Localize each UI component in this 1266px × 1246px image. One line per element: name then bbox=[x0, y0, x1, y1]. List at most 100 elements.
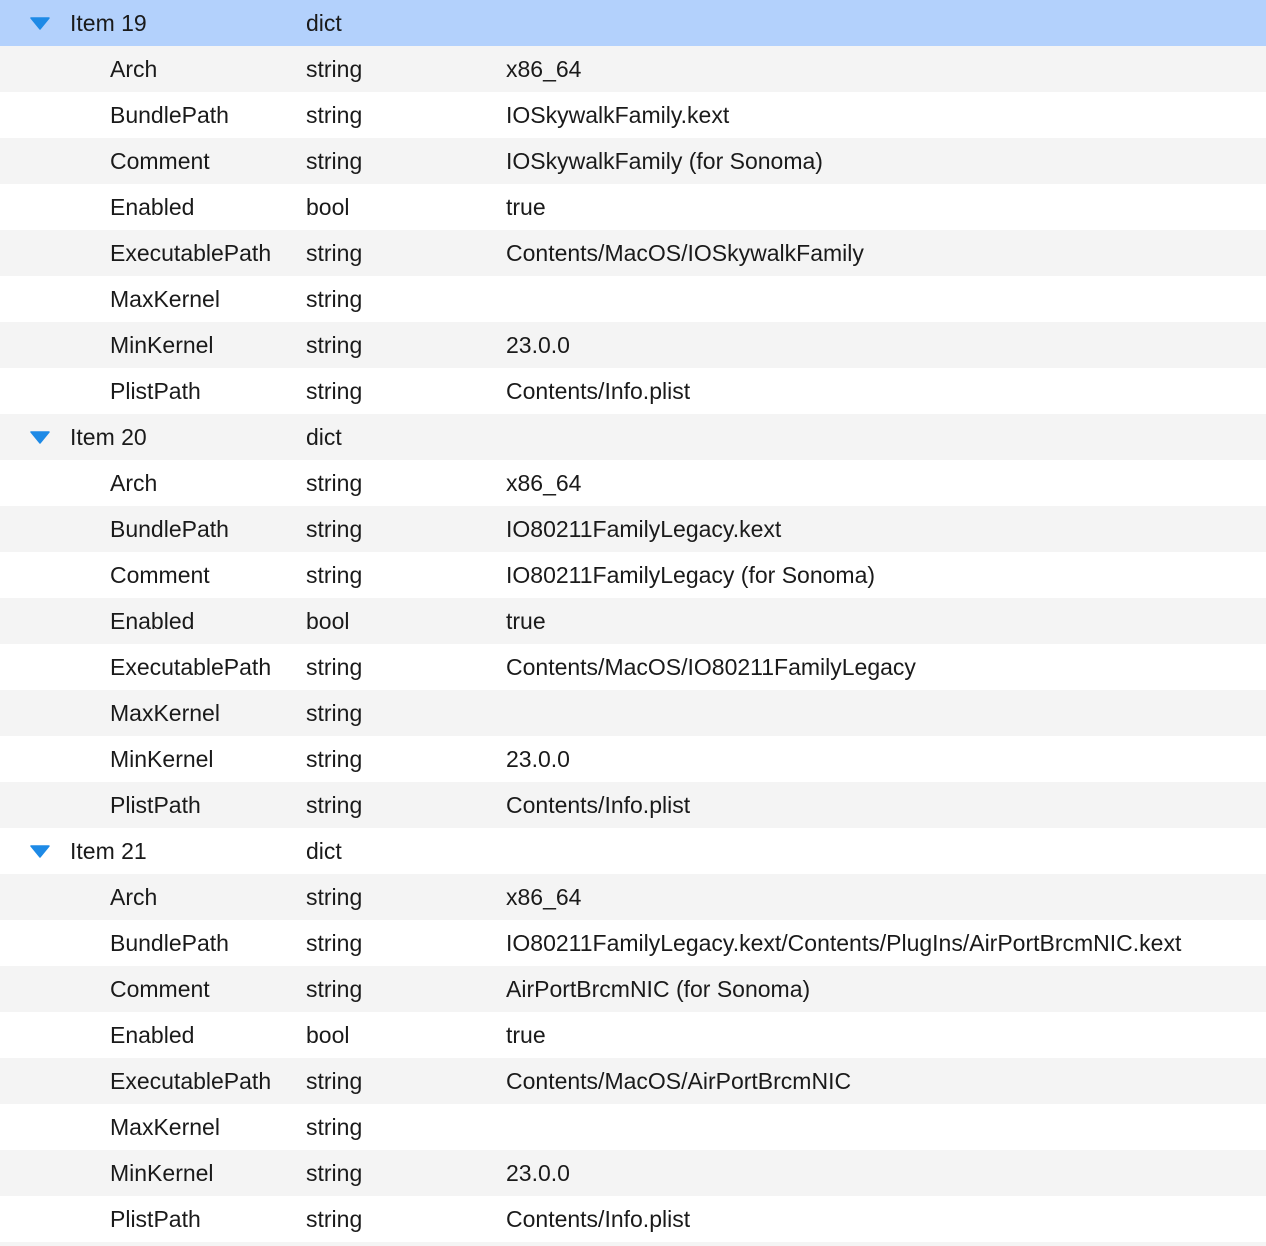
property-value[interactable]: Contents/Info.plist bbox=[506, 368, 1262, 414]
property-row-comment[interactable]: Comment string AirPortBrcmNIC (for Sonoma) bbox=[0, 966, 1266, 1012]
property-value[interactable]: IOSkywalkFamily.kext bbox=[506, 92, 1262, 138]
property-key: Comment bbox=[110, 976, 210, 1002]
property-row-minkernel[interactable]: MinKernel string 23.0.0 bbox=[0, 1150, 1266, 1196]
property-row-maxkernel[interactable]: MaxKernel string bbox=[0, 690, 1266, 736]
property-key: Arch bbox=[110, 56, 158, 82]
property-type: string bbox=[306, 930, 363, 956]
property-value[interactable]: IO80211FamilyLegacy.kext/Contents/PlugIn… bbox=[506, 920, 1262, 966]
property-row-minkernel[interactable]: MinKernel string 23.0.0 bbox=[0, 322, 1266, 368]
property-value[interactable]: x86_64 bbox=[506, 460, 1262, 506]
property-value[interactable]: x86_64 bbox=[506, 46, 1262, 92]
property-row-plistpath[interactable]: PlistPath string Contents/Info.plist bbox=[0, 368, 1266, 414]
property-row-enabled[interactable]: Enabled bool true bbox=[0, 598, 1266, 644]
property-type: bool bbox=[306, 194, 350, 220]
item-key: Item 19 bbox=[70, 10, 147, 36]
property-value[interactable]: x86_64 bbox=[506, 874, 1262, 920]
property-type: string bbox=[306, 792, 363, 818]
property-key: PlistPath bbox=[110, 1206, 201, 1232]
property-value[interactable]: IO80211FamilyLegacy.kext bbox=[506, 506, 1262, 552]
item-key: Item 21 bbox=[70, 838, 147, 864]
property-key: Arch bbox=[110, 884, 158, 910]
property-type: string bbox=[306, 1160, 363, 1186]
property-row-minkernel[interactable]: MinKernel string 23.0.0 bbox=[0, 736, 1266, 782]
property-value[interactable]: true bbox=[506, 184, 1262, 230]
item-value bbox=[506, 414, 1262, 460]
property-value[interactable]: IO80211FamilyLegacy (for Sonoma) bbox=[506, 552, 1262, 598]
dict-item-row[interactable]: Item 20 dict bbox=[0, 414, 1266, 460]
property-key: MinKernel bbox=[110, 332, 214, 358]
property-value[interactable]: Contents/Info.plist bbox=[506, 1196, 1262, 1242]
property-type: string bbox=[306, 884, 363, 910]
property-type: string bbox=[306, 1206, 363, 1232]
property-row-maxkernel[interactable]: MaxKernel string bbox=[0, 1104, 1266, 1150]
next-row-edge bbox=[0, 1242, 1266, 1246]
property-row-bundlepath[interactable]: BundlePath string IOSkywalkFamily.kext bbox=[0, 92, 1266, 138]
property-key: BundlePath bbox=[110, 102, 229, 128]
property-row-enabled[interactable]: Enabled bool true bbox=[0, 1012, 1266, 1058]
property-value[interactable]: 23.0.0 bbox=[506, 736, 1262, 782]
property-key: MinKernel bbox=[110, 1160, 214, 1186]
property-type: string bbox=[306, 378, 363, 404]
property-row-enabled[interactable]: Enabled bool true bbox=[0, 184, 1266, 230]
property-type: string bbox=[306, 332, 363, 358]
property-row-executablepath[interactable]: ExecutablePath string Contents/MacOS/IO802… bbox=[0, 644, 1266, 690]
property-row-comment[interactable]: Comment string IOSkywalkFamily (for Sonoma… bbox=[0, 138, 1266, 184]
property-type: string bbox=[306, 516, 363, 542]
property-key: Arch bbox=[110, 470, 158, 496]
property-value[interactable]: 23.0.0 bbox=[506, 322, 1262, 368]
property-value[interactable]: Contents/Info.plist bbox=[506, 782, 1262, 828]
property-row-bundlepath[interactable]: BundlePath string IO80211FamilyLegacy.kext… bbox=[0, 920, 1266, 966]
property-type: string bbox=[306, 102, 363, 128]
property-type: string bbox=[306, 700, 363, 726]
property-value[interactable]: IOSkywalkFamily (for Sonoma) bbox=[506, 138, 1262, 184]
disclosure-triangle-icon[interactable] bbox=[28, 414, 52, 460]
property-row-bundlepath[interactable]: BundlePath string IO80211FamilyLegacy.kext bbox=[0, 506, 1266, 552]
dict-item-row[interactable]: Item 19 dict bbox=[0, 0, 1266, 46]
property-key: MaxKernel bbox=[110, 286, 220, 312]
property-value[interactable]: Contents/MacOS/IOSkywalkFamily bbox=[506, 230, 1262, 276]
property-type: string bbox=[306, 562, 363, 588]
disclosure-triangle-icon[interactable] bbox=[28, 0, 52, 46]
triangle-down-icon bbox=[30, 845, 50, 858]
property-type: string bbox=[306, 286, 363, 312]
property-key: MaxKernel bbox=[110, 700, 220, 726]
property-row-plistpath[interactable]: PlistPath string Contents/Info.plist bbox=[0, 782, 1266, 828]
property-type: string bbox=[306, 470, 363, 496]
property-row-executablepath[interactable]: ExecutablePath string Contents/MacOS/IOSky… bbox=[0, 230, 1266, 276]
item-value bbox=[506, 0, 1262, 46]
property-row-comment[interactable]: Comment string IO80211FamilyLegacy (for So… bbox=[0, 552, 1266, 598]
property-value[interactable]: true bbox=[506, 1012, 1262, 1058]
property-row-executablepath[interactable]: ExecutablePath string Contents/MacOS/AirPo… bbox=[0, 1058, 1266, 1104]
property-type: string bbox=[306, 148, 363, 174]
property-row-arch[interactable]: Arch string x86_64 bbox=[0, 46, 1266, 92]
disclosure-triangle-icon[interactable] bbox=[28, 828, 52, 874]
property-row-arch[interactable]: Arch string x86_64 bbox=[0, 874, 1266, 920]
property-value[interactable]: Contents/MacOS/IO80211FamilyLegacy bbox=[506, 644, 1262, 690]
property-value[interactable] bbox=[506, 690, 1262, 736]
property-type: string bbox=[306, 56, 363, 82]
property-value[interactable]: Contents/MacOS/AirPortBrcmNIC bbox=[506, 1058, 1262, 1104]
property-row-plistpath[interactable]: PlistPath string Contents/Info.plist bbox=[0, 1196, 1266, 1242]
property-type: string bbox=[306, 746, 363, 772]
property-value[interactable]: 23.0.0 bbox=[506, 1150, 1262, 1196]
property-value[interactable] bbox=[506, 1104, 1262, 1150]
property-row-maxkernel[interactable]: MaxKernel string bbox=[0, 276, 1266, 322]
item-type: dict bbox=[306, 838, 342, 864]
property-value[interactable]: true bbox=[506, 598, 1262, 644]
property-key: ExecutablePath bbox=[110, 1068, 272, 1094]
property-type: string bbox=[306, 240, 363, 266]
property-key: Enabled bbox=[110, 1022, 195, 1048]
property-row-arch[interactable]: Arch string x86_64 bbox=[0, 460, 1266, 506]
item-key: Item 20 bbox=[70, 424, 147, 450]
property-key: Enabled bbox=[110, 608, 195, 634]
property-type: string bbox=[306, 1114, 363, 1140]
property-value[interactable]: AirPortBrcmNIC (for Sonoma) bbox=[506, 966, 1262, 1012]
dict-item-row[interactable]: Item 21 dict bbox=[0, 828, 1266, 874]
property-key: PlistPath bbox=[110, 792, 201, 818]
property-key: MaxKernel bbox=[110, 1114, 220, 1140]
property-key: MinKernel bbox=[110, 746, 214, 772]
property-key: PlistPath bbox=[110, 378, 201, 404]
property-value[interactable] bbox=[506, 276, 1262, 322]
item-value bbox=[506, 828, 1262, 874]
triangle-down-icon bbox=[30, 17, 50, 30]
